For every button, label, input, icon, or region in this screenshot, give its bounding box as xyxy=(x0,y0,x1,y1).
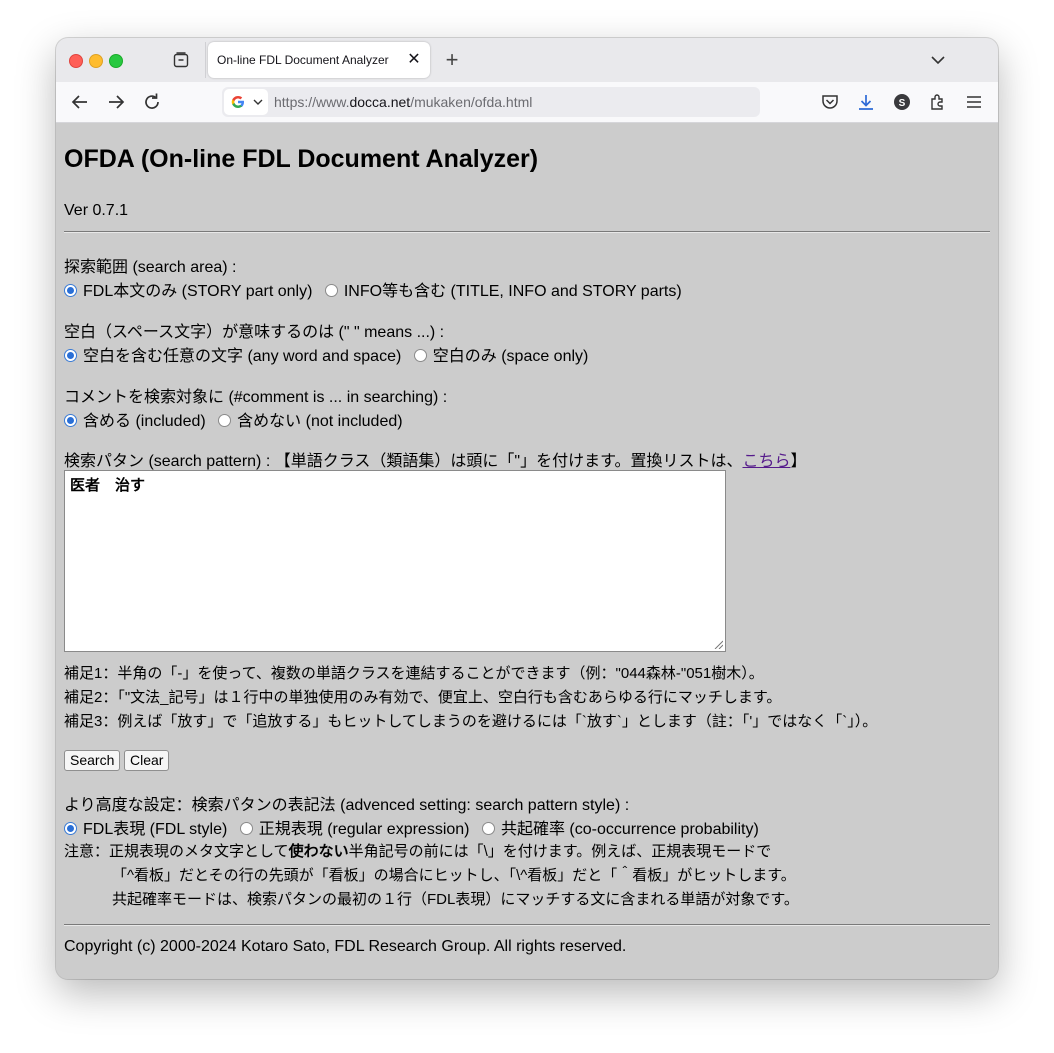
top-divider xyxy=(64,231,990,233)
zoom-window-button[interactable] xyxy=(109,54,123,68)
pocket-icon[interactable] xyxy=(820,92,840,112)
tab-strip: On-line FDL Document Analyzer ✕ + xyxy=(56,38,998,82)
search-pattern-label: 検索パタン (search pattern) : 【単語クラス（類語集）は頭に「… xyxy=(64,453,807,470)
space-meaning-options: 空白を含む任意の文字 (any word and space) 空白のみ (sp… xyxy=(64,342,596,366)
search-pattern-value: 医者 治す xyxy=(70,477,146,494)
close-tab-icon[interactable]: ✕ xyxy=(406,52,422,68)
radio-button[interactable] xyxy=(218,414,232,427)
tab-list-chevron-icon[interactable] xyxy=(928,50,948,70)
caution-line-3: 共起確率モードは、検索パタンの最初の１行（FDL表現）にマッチする文に含まれる単… xyxy=(112,891,799,908)
reload-icon[interactable] xyxy=(141,91,163,113)
account-icon[interactable]: S xyxy=(892,92,912,112)
search-engine-button[interactable] xyxy=(224,89,268,115)
active-tab[interactable]: On-line FDL Document Analyzer ✕ xyxy=(208,42,430,78)
back-arrow-icon[interactable] xyxy=(69,91,91,113)
comment-option-included[interactable]: 含める (included) xyxy=(64,413,206,430)
url-text[interactable]: https://www.docca.net/mukaken/ofda.html xyxy=(274,94,532,110)
advanced-setting-label: より高度な設定：検索パタンの表記法 (advenced setting: sea… xyxy=(64,797,630,814)
resize-handle-icon[interactable] xyxy=(713,639,723,649)
note-2: 補足2：「"文法_記号」は１行中の単独使用のみ有効で、便宜上、空白行も含むあらゆ… xyxy=(64,689,782,706)
download-icon[interactable] xyxy=(856,92,876,112)
radio-button[interactable] xyxy=(64,822,77,835)
chevron-down-icon xyxy=(253,99,263,105)
address-bar[interactable]: https://www.docca.net/mukaken/ofda.html xyxy=(222,87,760,117)
page-content: OFDA (On-line FDL Document Analyzer) Ver… xyxy=(56,123,998,979)
radio-button[interactable] xyxy=(413,349,427,362)
page-title: OFDA (On-line FDL Document Analyzer) xyxy=(64,145,539,173)
radio-button[interactable] xyxy=(239,822,253,835)
svg-text:S: S xyxy=(899,98,906,109)
menu-icon[interactable] xyxy=(964,92,984,112)
bottom-divider xyxy=(64,924,990,926)
radio-button[interactable] xyxy=(64,349,77,362)
caution-line-2: 「^看板」だとその行の先頭が「看板」の場合にヒットし、「\^看板」だと「＾看板」… xyxy=(112,867,796,884)
radio-button[interactable] xyxy=(64,414,77,427)
tab-title: On-line FDL Document Analyzer xyxy=(217,53,389,67)
note-1: 補足1：半角の「-」を使って、複数の単語クラスを連結することができます（例："0… xyxy=(64,665,764,682)
advanced-setting-options: FDL表現 (FDL style) 正規表現 (regular expressi… xyxy=(64,815,767,839)
space-option-any[interactable]: 空白を含む任意の文字 (any word and space) xyxy=(64,348,401,365)
caution-line-1: 注意：正規表現のメタ文字として使わない半角記号の前には「\」を付けます。例えば、… xyxy=(64,843,772,860)
radio-button[interactable] xyxy=(64,284,77,297)
clear-button[interactable]: Clear xyxy=(124,750,170,771)
comment-options: 含める (included) 含めない (not included) xyxy=(64,407,411,431)
extensions-icon[interactable] xyxy=(928,92,948,112)
tab-overview-icon[interactable] xyxy=(172,51,190,69)
search-area-options: FDL本文のみ (STORY part only) INFO等も含む (TITL… xyxy=(64,277,690,301)
new-tab-icon[interactable]: + xyxy=(442,49,462,71)
search-area-option-info[interactable]: INFO等も含む (TITLE, INFO and STORY parts) xyxy=(324,283,682,300)
style-option-regex[interactable]: 正規表現 (regular expression) xyxy=(239,821,470,838)
note-3: 補足3：例えば「放す」で「追放する」もヒットしてしまうのを避けるには「`放す`」… xyxy=(64,713,878,730)
google-icon xyxy=(231,96,244,108)
version-text: Ver 0.7.1 xyxy=(64,202,129,219)
radio-button[interactable] xyxy=(324,284,338,297)
copyright-text: Copyright (c) 2000-2024 Kotaro Sato, FDL… xyxy=(64,938,627,955)
space-meaning-label: 空白（スペース文字）が意味するのは (" " means ...) : xyxy=(64,324,445,341)
style-option-cooccurrence[interactable]: 共起確率 (co-occurrence probability) xyxy=(481,821,759,838)
style-option-fdl[interactable]: FDL表現 (FDL style) xyxy=(64,821,227,838)
search-area-label: 探索範囲 (search area) : xyxy=(64,259,237,276)
radio-button[interactable] xyxy=(481,822,495,835)
search-button[interactable]: Search xyxy=(64,750,121,771)
forward-arrow-icon[interactable] xyxy=(105,91,127,113)
navigation-bar: https://www.docca.net/mukaken/ofda.html … xyxy=(56,82,998,123)
tab-strip-separator xyxy=(205,42,206,78)
close-window-button[interactable] xyxy=(69,54,83,68)
replacement-list-link[interactable]: こちら xyxy=(742,453,790,470)
space-option-only[interactable]: 空白のみ (space only) xyxy=(413,348,588,365)
browser-window: On-line FDL Document Analyzer ✕ + https:… xyxy=(56,38,998,979)
comment-label: コメントを検索対象に (#comment is ... in searching… xyxy=(64,389,448,406)
search-pattern-textarea[interactable]: 医者 治す xyxy=(64,470,726,652)
search-area-option-story[interactable]: FDL本文のみ (STORY part only) xyxy=(64,283,312,300)
minimize-window-button[interactable] xyxy=(89,54,103,68)
comment-option-not-included[interactable]: 含めない (not included) xyxy=(218,413,403,430)
